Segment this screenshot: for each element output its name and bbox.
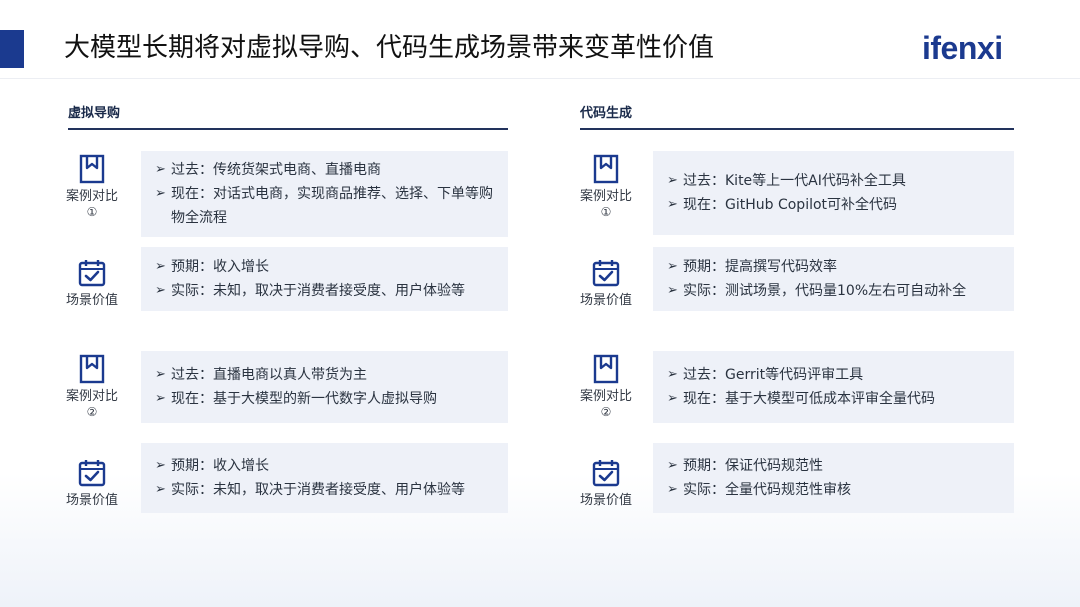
left-row-1-side: 案例对比 ① [58,154,126,219]
bookmark-icon [593,354,619,384]
list-item: ➢ 实际：测试场景，代码量10%左右可自动补全 [667,283,967,299]
left-row-3-side: 案例对比 ② [58,354,126,419]
brand-logo: ifenxi [922,30,1003,66]
list-item: ➢ 实际：全量代码规范性审核 [667,482,851,498]
right-row-4-label: 场景价值 [579,493,632,508]
list-item: ➢ 预期：收入增长 [155,259,269,275]
right-row-4-side: 场景价值 [572,458,640,509]
list-item: ➢ 现在：基于大模型可低成本评审全量代码 [667,391,935,407]
list-item: ➢ 过去：传统货架式电商、直播电商 [155,162,381,178]
list-item: ➢ 预期：提高撰写代码效率 [667,259,837,275]
list-item: ➢ 现在：基于大模型的新一代数字人虚拟导购 [155,391,437,407]
bookmark-icon [593,154,619,184]
title-accent-bar [0,30,24,68]
list-item: ➢ 实际：未知，取决于消费者接受度、用户体验等 [155,482,465,498]
right-row-1-box: ➢ 过去：Kite等上一代AI代码补全工具 ➢ 现在：GitHub Copilot可… [653,151,1014,235]
left-row-1-label: 案例对比 [65,189,118,204]
list-item: ➢ 现在：对话式电商，实现商品推荐、选择、下单等购物全流程 [155,186,493,226]
list-item: ➢ 过去：直播电商以真人带货为主 [155,367,367,383]
left-row-2-label: 场景价值 [65,293,118,308]
bookmark-icon [79,154,105,184]
calendar-check-icon [592,460,620,487]
list-item: ➢ 预期：保证代码规范性 [667,458,823,474]
calendar-check-icon [592,260,620,287]
right-row-1-side: 案例对比 ① [572,154,640,219]
left-column-heading: 虚拟导购 [68,106,121,121]
left-row-4-label: 场景价值 [65,493,118,508]
right-row-2-side: 场景价值 [572,258,640,309]
list-item: ➢ 预期：收入增长 [155,458,269,474]
right-row-3-label: 案例对比 [579,389,632,404]
bookmark-icon [79,354,105,384]
left-row-1-box: ➢ 过去：传统货架式电商、直播电商 ➢ 现在：对话式电商，实现商品推荐、选择、下单等… [141,151,508,237]
right-row-2-label: 场景价值 [579,293,632,308]
right-row-2-box: ➢ 预期：提高撰写代码效率 ➢ 实际：测试场景，代码量10%左右可自动补全 [653,247,1014,311]
left-row-3-label: 案例对比 [65,389,118,404]
left-row-2-box: ➢ 预期：收入增长 ➢ 实际：未知，取决于消费者接受度、用户体验等 [141,247,508,311]
left-row-4-side: 场景价值 [58,458,126,509]
left-row-3-box: ➢ 过去：直播电商以真人带货为主 ➢ 现在：基于大模型的新一代数字人虚拟导购 [141,351,508,423]
left-row-3-number: ② [86,405,98,419]
list-item: ➢ 过去：Gerrit等代码评审工具 [667,367,864,383]
right-row-4-box: ➢ 预期：保证代码规范性 ➢ 实际：全量代码规范性审核 [653,443,1014,513]
left-row-2-side: 场景价值 [58,258,126,309]
right-row-1-number: ① [600,205,612,219]
calendar-check-icon [78,260,106,287]
right-row-3-side: 案例对比 ② [572,354,640,419]
right-row-1-label: 案例对比 [579,189,632,204]
left-row-4-box: ➢ 预期：收入增长 ➢ 实际：未知，取决于消费者接受度、用户体验等 [141,443,508,513]
header-divider [0,78,1080,79]
left-column-rule [68,128,508,130]
list-item: ➢ 实际：未知，取决于消费者接受度、用户体验等 [155,283,465,299]
calendar-check-icon [78,460,106,487]
right-row-3-box: ➢ 过去：Gerrit等代码评审工具 ➢ 现在：基于大模型可低成本评审全量代码 [653,351,1014,423]
right-column-heading: 代码生成 [580,106,633,121]
page-title: 大模型长期将对虚拟导购、代码生成场景带来变革性价值 [64,33,715,63]
list-item: ➢ 过去：Kite等上一代AI代码补全工具 [667,173,906,189]
left-row-1-number: ① [86,205,98,219]
right-column-rule [580,128,1014,130]
right-row-3-number: ② [600,405,612,419]
list-item: ➢ 现在：GitHub Copilot可补全代码 [667,197,898,213]
